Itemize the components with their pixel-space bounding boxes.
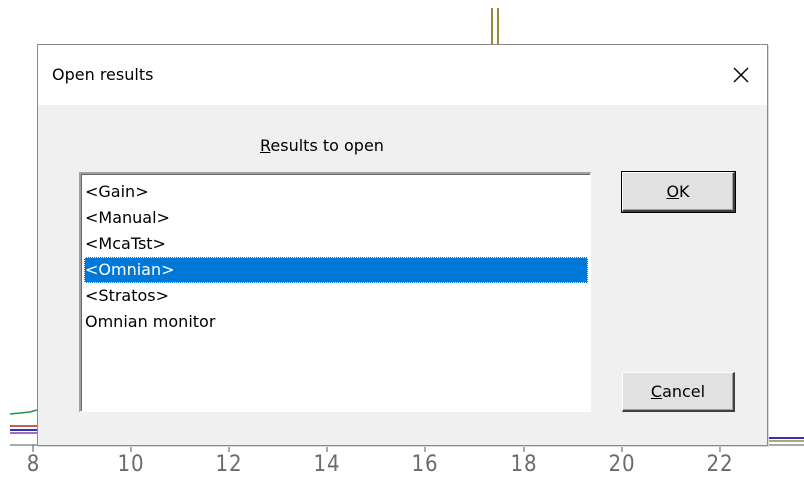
list-item-manual[interactable]: <Manual> [84, 205, 588, 231]
ok-button[interactable]: OK [621, 171, 736, 213]
cancel-button[interactable]: Cancel [622, 372, 735, 412]
list-item-omnian-monitor[interactable]: Omnian monitor [84, 309, 588, 335]
dialog-title-bar[interactable]: Open results [38, 45, 767, 105]
x-tick-label: 16 [411, 452, 439, 477]
list-item-mcatst[interactable]: <McaTst> [84, 231, 588, 257]
cancel-mnemonic: C [650, 382, 663, 401]
close-icon [733, 67, 749, 83]
list-item-omnian[interactable]: <Omnian> [84, 257, 588, 283]
chart-trace-green [9, 409, 38, 415]
x-tick-label: 8 [26, 452, 41, 477]
cancel-rest: ancel [662, 382, 706, 401]
ok-mnemonic: O [666, 182, 680, 201]
list-item-stratos[interactable]: <Stratos> [84, 283, 588, 309]
x-tick-label: 10 [117, 452, 145, 477]
list-item-gain[interactable]: <Gain> [84, 179, 588, 205]
caption-rest: esults to open [270, 136, 384, 155]
x-tick-label: 12 [215, 452, 243, 477]
close-button[interactable] [725, 59, 757, 91]
ok-rest: K [679, 182, 690, 201]
x-tick-label: 14 [313, 452, 341, 477]
x-tick-label: 18 [510, 452, 538, 477]
x-tick-label: 20 [608, 452, 636, 477]
x-tick-label: 22 [706, 452, 734, 477]
caption-mnemonic: R [260, 136, 271, 155]
results-list-caption: Results to open [260, 136, 384, 155]
dialog-title: Open results [52, 65, 154, 84]
open-results-dialog: Open results Results to open <Gain> <Man… [37, 44, 768, 446]
results-listbox[interactable]: <Gain> <Manual> <McaTst> <Omnian> <Strat… [79, 172, 591, 412]
